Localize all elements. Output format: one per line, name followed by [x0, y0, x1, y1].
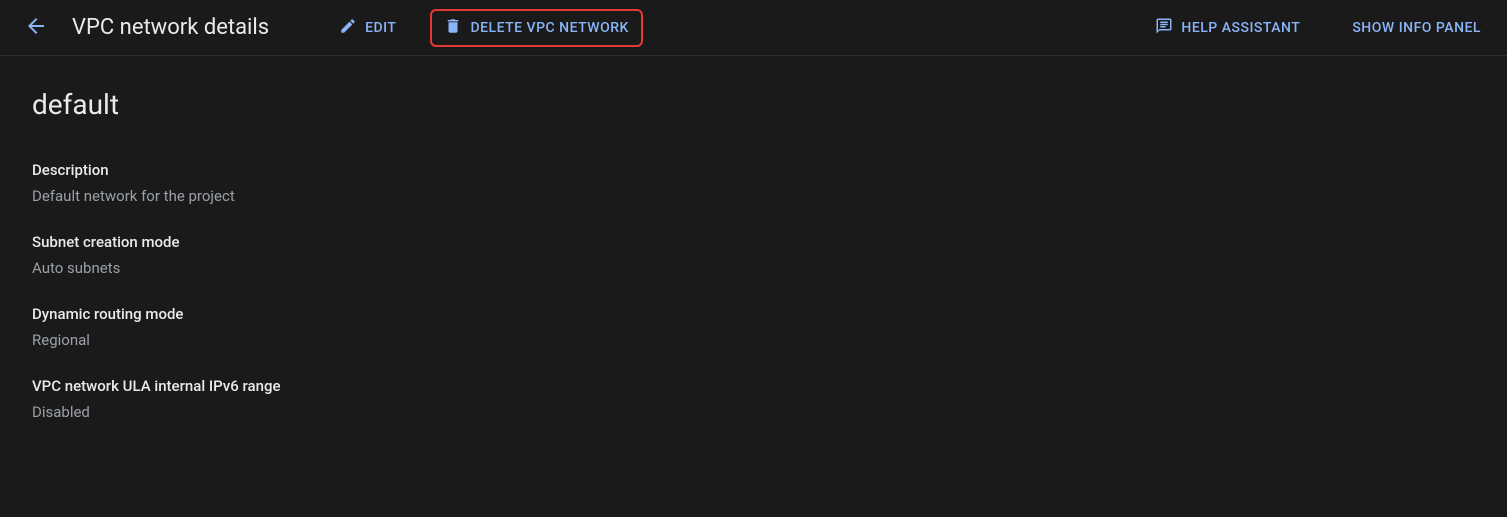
routing-mode-label: Dynamic routing mode [32, 305, 1475, 323]
edit-button[interactable]: EDIT [329, 11, 406, 45]
page-title: VPC network details [72, 15, 269, 40]
delete-vpc-button[interactable]: DELETE VPC NETWORK [430, 9, 642, 47]
info-panel-label: SHOW INFO PANEL [1352, 20, 1481, 36]
ula-range-value: Disabled [32, 403, 1475, 421]
description-label: Description [32, 161, 1475, 179]
description-value: Default network for the project [32, 187, 1475, 205]
show-info-panel-button[interactable]: SHOW INFO PANEL [1342, 14, 1491, 42]
arrow-left-icon [24, 14, 48, 42]
edit-label: EDIT [365, 20, 396, 36]
network-name: default [32, 88, 1475, 121]
pencil-icon [339, 17, 357, 39]
routing-mode-field: Dynamic routing mode Regional [32, 305, 1475, 349]
delete-label: DELETE VPC NETWORK [470, 20, 628, 36]
subnet-mode-label: Subnet creation mode [32, 233, 1475, 251]
ula-range-field: VPC network ULA internal IPv6 range Disa… [32, 377, 1475, 421]
description-field: Description Default network for the proj… [32, 161, 1475, 205]
help-assistant-button[interactable]: HELP ASSISTANT [1145, 11, 1310, 45]
trash-icon [444, 17, 462, 39]
help-icon [1155, 17, 1173, 39]
help-label: HELP ASSISTANT [1181, 20, 1300, 36]
header-actions: EDIT DELETE VPC NETWORK [329, 9, 643, 47]
ula-range-label: VPC network ULA internal IPv6 range [32, 377, 1475, 395]
page-header: VPC network details EDIT DELETE VPC NETW… [0, 0, 1507, 56]
routing-mode-value: Regional [32, 331, 1475, 349]
subnet-mode-value: Auto subnets [32, 259, 1475, 277]
back-button[interactable] [16, 8, 56, 48]
header-right: HELP ASSISTANT SHOW INFO PANEL [1145, 11, 1491, 45]
content-area: default Description Default network for … [0, 56, 1507, 481]
subnet-mode-field: Subnet creation mode Auto subnets [32, 233, 1475, 277]
